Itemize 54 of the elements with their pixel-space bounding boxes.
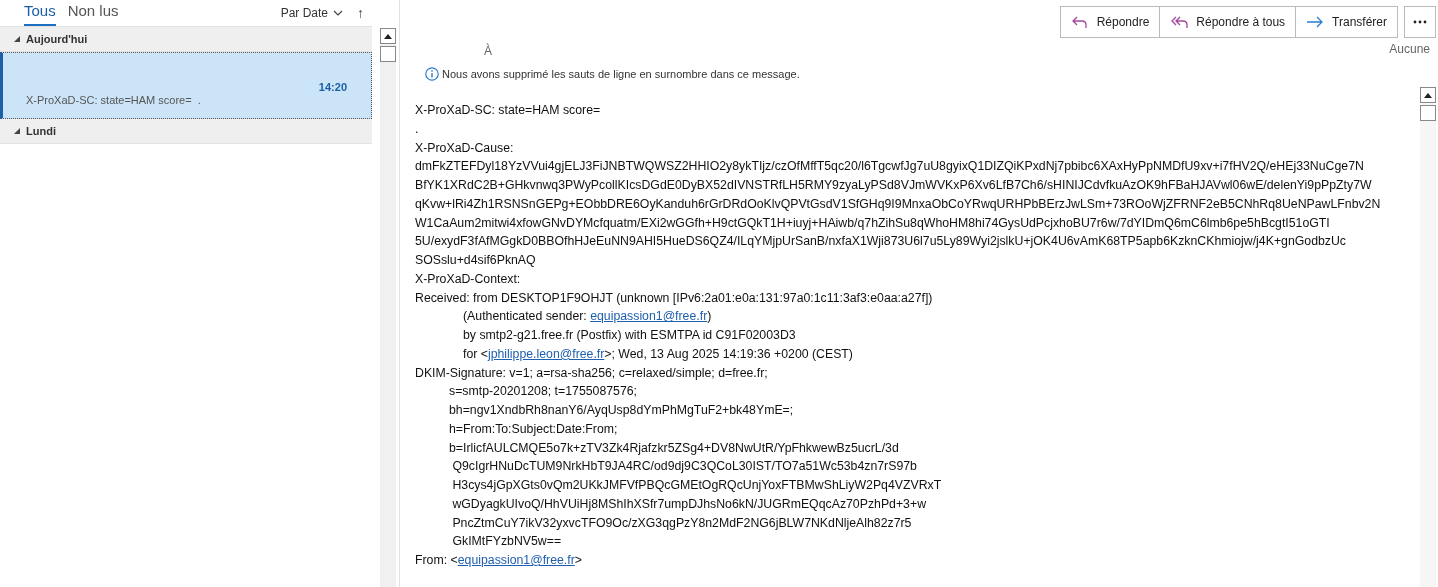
body-line: for <jphilippe.leon@free.fr>; Wed, 13 Aug 2025 14:19:36 +0200 (CEST): [462, 345, 854, 363]
body-line: From: <equipassion1@free.fr>: [415, 552, 583, 569]
body-line: wGDyagkUIvoQ/HhVUiHj8MShIhXSfr7umpDJhsNo6kN/JUGRmEQqcAz70PzhPd+3+w: [451, 495, 927, 513]
scrollbar[interactable]: [1420, 87, 1436, 587]
reply-icon: [1070, 15, 1089, 29]
scroll-up-icon[interactable]: [384, 33, 392, 39]
body-line: bh=ngv1XndbRh8nanY6/AyqUsp8dYmPhMgTuF2+bk48YmE=;: [448, 402, 795, 419]
body-line: (Authenticated sender: equipassion1@free.fr): [462, 308, 713, 326]
message-item[interactable]: 14:20 X-ProXaD-SC: state=HAM score= .: [0, 52, 372, 119]
body-line: PncZtmCuY7ikV32yxvcTFO9Oc/zXG3qgPzY8n2MdF2NG6jBLW7NKdNljeAlh82z7r5: [451, 514, 913, 532]
body-line: DKIM-Signature: v=1; a=rsa-sha256; c=relaxed/simple; d=free.fr;: [415, 364, 769, 382]
body-line: dmFkZTEFDyl18YzVVui4gjELJ3FiJNBTWQWSZ2HHIO2y8ykTIjz/czOfMffT5qc20/l6TgcwfJg7uU8gyixQ1DIZQiKPxdNj7pbibc6XAxHyPpNMDfU9xv+i7fHV2Q/eHEj33NuCge7N: [415, 158, 1365, 176]
email-link[interactable]: equipassion1@free.fr: [457, 553, 575, 567]
body-line: by smtp2-g21.free.fr (Postfix) with ESMTPA id C91F02003D3: [462, 327, 797, 344]
info-icon: [425, 67, 439, 81]
category-label: Aucune: [1389, 42, 1430, 56]
group-header[interactable]: Aujourd'hui: [0, 27, 372, 52]
email-link[interactable]: equipassion1@free.fr: [590, 309, 708, 324]
message-preview: X-ProXaD-SC: state=HAM score= .: [26, 94, 202, 106]
scroll-thumb[interactable]: [380, 46, 396, 62]
reply-all-icon: [1170, 15, 1189, 29]
expanded-icon: [14, 36, 20, 42]
forward-icon: [1306, 15, 1325, 29]
email-link[interactable]: jphilippe.leon@free.fr: [487, 346, 605, 361]
chevron-down-icon: [333, 10, 343, 16]
body-line: qKvw+lRi4Zh1RSNSnGEPg+EObbDRE6OyKanduh6rGrDRdOoKlvQPVtGsdV1SfGHq9I9MnxaObCoYRwqURHPbBErzJwLSm+73ROoWjZFRNF2eB5CNhRq8UeNPawLFnbv2N: [415, 195, 1382, 213]
more-button[interactable]: [1404, 6, 1436, 38]
body-line: W1CaAum2mitwi4xfowGNvDYMcfquatm/EXi2wGGfh+H9ctGQkT1H+iuyj+HAiwb/q7hZihSu8qWhoHM8hi74GysUdPcjxhoBU7r6w/7dYIDmQ6mC6lmb6pe5hBcgtI51oGTI: [415, 214, 1331, 232]
body-line: X-ProXaD-SC: state=HAM score=: [415, 102, 602, 119]
body-line: GkIMtFYzbNV5w==: [451, 533, 563, 551]
body-line: Received: from DESKTOP1F9OHJT (unknown [IPv6:2a01:e0a:131:97a0:1c11:3af3:e0aa:a27f]): [415, 289, 934, 307]
body-line: BfYK1XRdC2B+GHkvnwq3PWyPcollKIcsDGdE0DyBX52dIVNSTRfLH5RMY9zyaLyPSd8VJmWVKxP6Xv6LfB7Ch6/sHINIJCdvfkuAzOK9hFBaHJAVwl06wE/delenYi9pPpZty7W: [415, 177, 1373, 194]
body-line: SOSslu+d4sif6PknAQ: [415, 252, 537, 269]
scroll-up-icon[interactable]: [1424, 92, 1432, 98]
scroll-thumb[interactable]: [1420, 105, 1436, 121]
message-time: 14:20: [317, 81, 347, 93]
scrollbar[interactable]: [380, 28, 396, 587]
sort-direction-button[interactable]: ↑: [357, 5, 364, 21]
body-line: Q9cIgrHNuDcTUM9NrkHbT9JA4RC/od9dj9C3QCoL30IST/TO7a51Wc53b4zn7rS97b: [451, 458, 918, 476]
body-line: .: [415, 120, 420, 138]
group-header[interactable]: Lundi: [0, 119, 372, 144]
body-line: h=From:To:Subject:Date:From;: [448, 420, 619, 438]
expanded-icon: [14, 128, 20, 134]
body-line: 5U/exydF3fAfMGgkD0BBOfhHJeEuNN9AHI5HueDS6QZ4/ILqYMjpUrSanB/nxfaX1Wji873U6l7u5Ly89Wyi2jslkU+jOK4U6vAmK68TP5apb6KzknCKhmiojw/j4K+gnGodbzUc: [415, 233, 1347, 251]
body-line: X-ProXaD-Context:: [415, 270, 522, 288]
filter-tab[interactable]: Non lus: [67, 0, 119, 26]
body-line: X-ProXaD-Cause:: [415, 139, 515, 157]
info-message: Nous avons supprimé les sauts de ligne en surnombre dans ce message.: [442, 68, 800, 80]
body-line: H3cys4jGpXGts0vQm2UKkJMFVfPBQcGMEtOgRQcUnjYoxFTBMwShLiyW2Pq4VZVRxT: [451, 477, 943, 494]
more-icon: [1413, 20, 1427, 24]
sort-button[interactable]: Par Date: [280, 6, 343, 20]
body-line: b=IrlicfAULCMQE5o7k+zTV3Zk4Rjafzkr5ZSg4+DV8NwUtR/YpFhkwewBz5ucrL/3d: [448, 439, 900, 457]
recipient-label: À: [484, 44, 492, 58]
body-line: s=smtp-20201208; t=1755087576;: [448, 383, 639, 401]
